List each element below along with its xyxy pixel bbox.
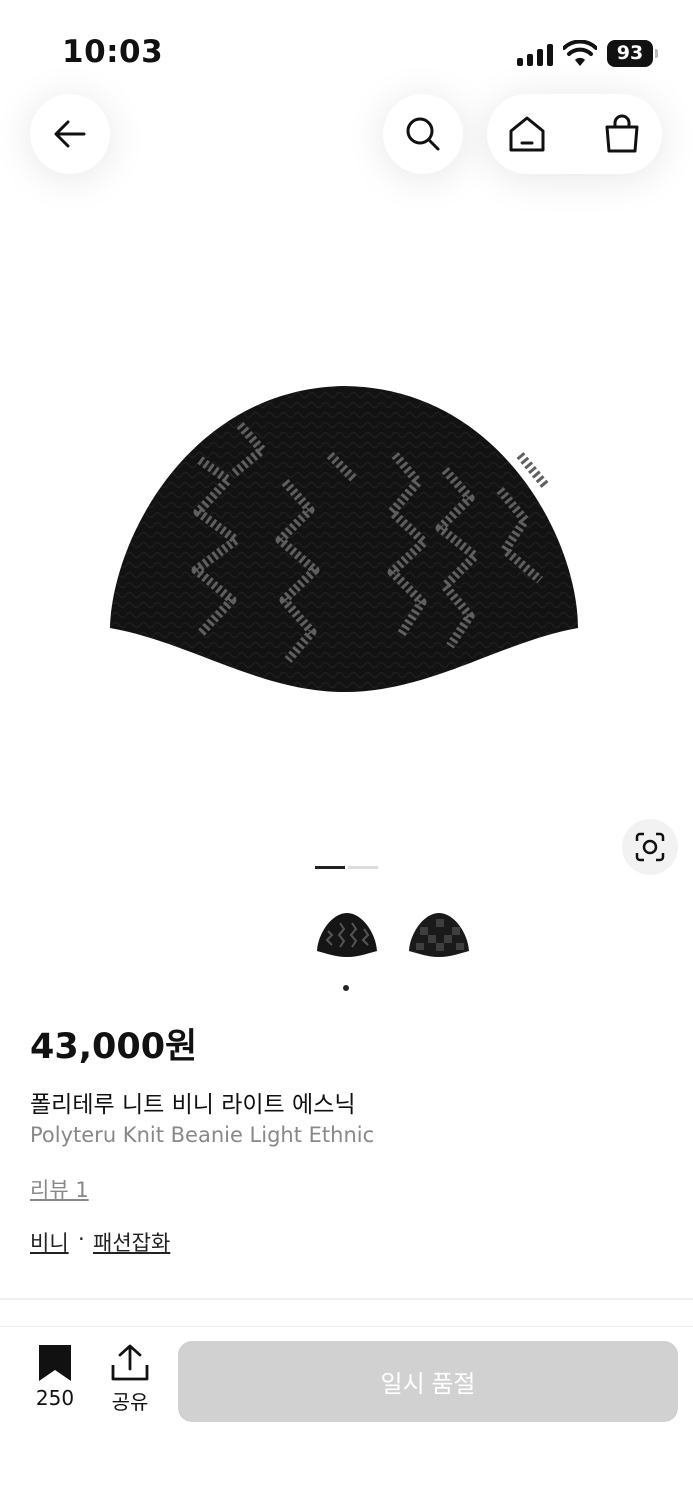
gallery-progress-active [315,866,345,869]
cellular-signal-icon [517,44,555,66]
battery-level: 93 [607,40,653,67]
shopping-bag-icon [605,114,639,153]
battery-tip [655,49,658,58]
product-image[interactable] [0,250,693,830]
thumbnail-selected-indicator [343,985,349,991]
bookmark-count: 250 [35,1386,75,1410]
visual-search-icon [635,832,665,862]
nav-actions-group [487,94,662,174]
soldout-button[interactable]: 일시 품절 [178,1341,678,1422]
thumbnail-beanie-dark-check[interactable] [406,905,472,965]
product-price: 43,000원 [30,1027,198,1067]
search-icon [406,117,440,151]
home-icon [509,116,545,152]
category-separator: · [78,1227,85,1251]
category-link-fashion-goods[interactable]: 패션잡화 [93,1227,170,1257]
color-thumbnails [0,905,693,965]
bookmark-icon[interactable] [30,1343,80,1383]
product-name-ko: 폴리테루 니트 비니 라이트 에스닉 [30,1092,356,1118]
search-button[interactable] [383,94,463,174]
share-label[interactable]: 공유 [100,1386,160,1415]
visual-search-button[interactable] [622,819,678,875]
section-divider [0,1298,693,1300]
status-time: 10:03 [62,34,164,70]
cart-button[interactable] [582,94,662,174]
review-link[interactable]: 리뷰 1 [30,1174,89,1204]
wifi-icon [563,40,597,66]
arrow-left-icon [54,120,86,148]
category-link-beanie[interactable]: 비니 [30,1227,69,1257]
status-bar: 10:03 93 [0,0,693,90]
share-icon[interactable] [108,1343,152,1383]
thumbnail-beanie-light-ethnic[interactable] [314,905,380,965]
home-button[interactable] [487,94,567,174]
gallery-progress-inactive [348,866,378,869]
product-name-en: Polyteru Knit Beanie Light Ethnic [30,1123,375,1147]
back-button[interactable] [30,94,110,174]
